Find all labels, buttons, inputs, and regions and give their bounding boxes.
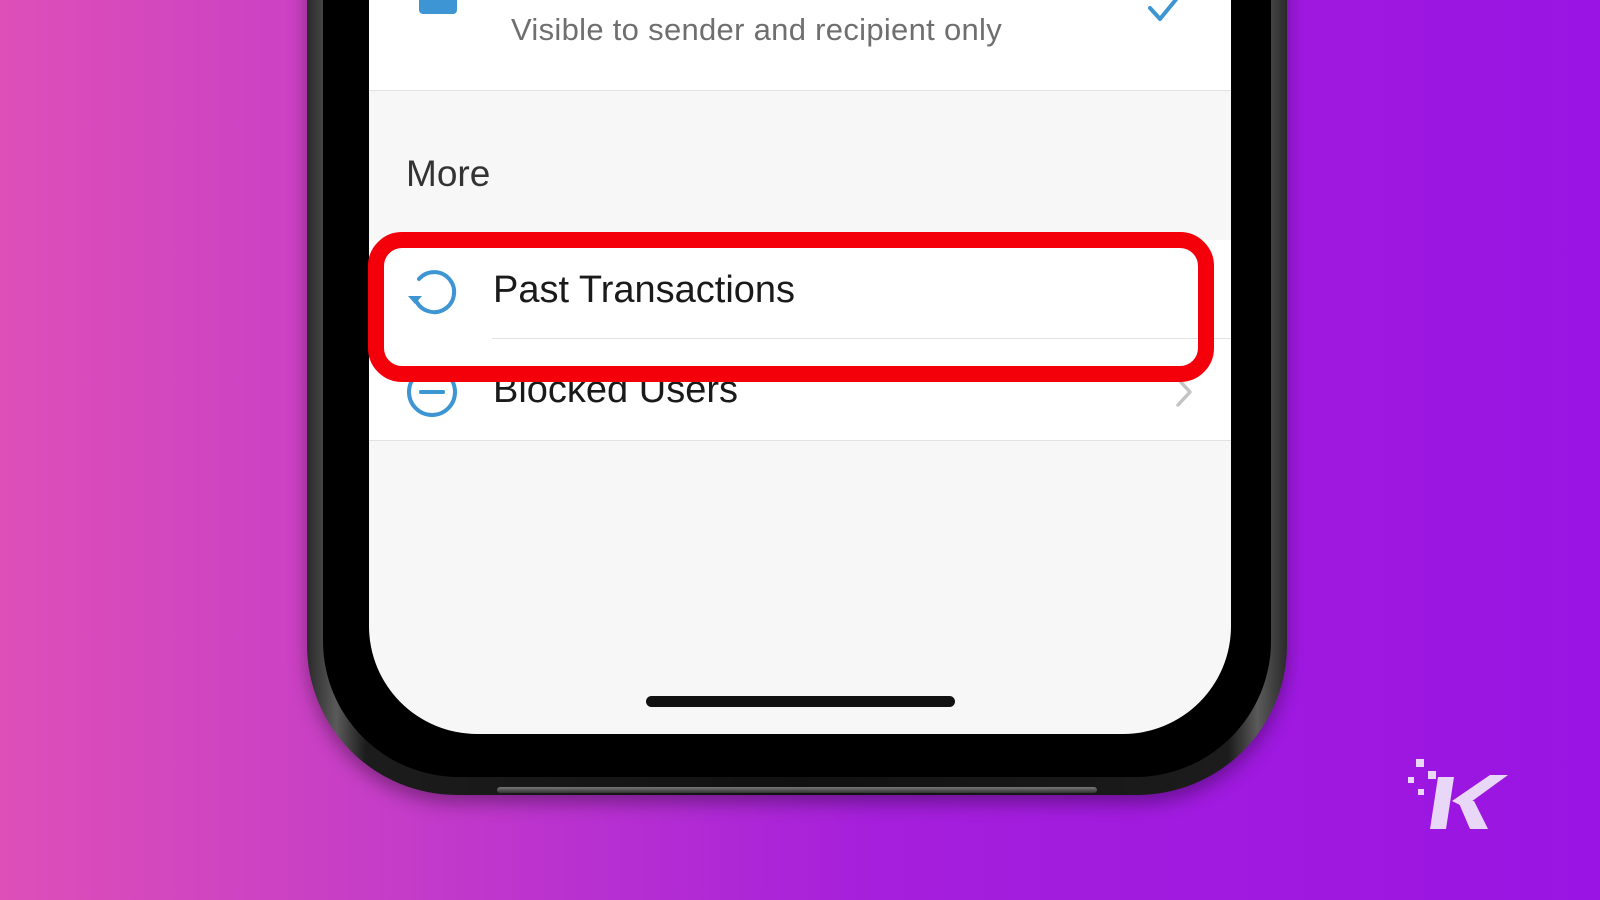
knowtechie-logo bbox=[1408, 759, 1508, 829]
privacy-option-row[interactable]: Visible to sender and recipient only bbox=[369, 0, 1231, 91]
privacy-option-subtitle: Visible to sender and recipient only bbox=[511, 12, 1003, 47]
highlight-outline bbox=[368, 232, 1214, 382]
phone-edge bbox=[497, 787, 1097, 793]
checkmark-icon bbox=[1148, 0, 1179, 21]
section-title-more: More bbox=[406, 153, 491, 194]
square-icon bbox=[419, 0, 457, 14]
home-indicator bbox=[646, 696, 955, 707]
